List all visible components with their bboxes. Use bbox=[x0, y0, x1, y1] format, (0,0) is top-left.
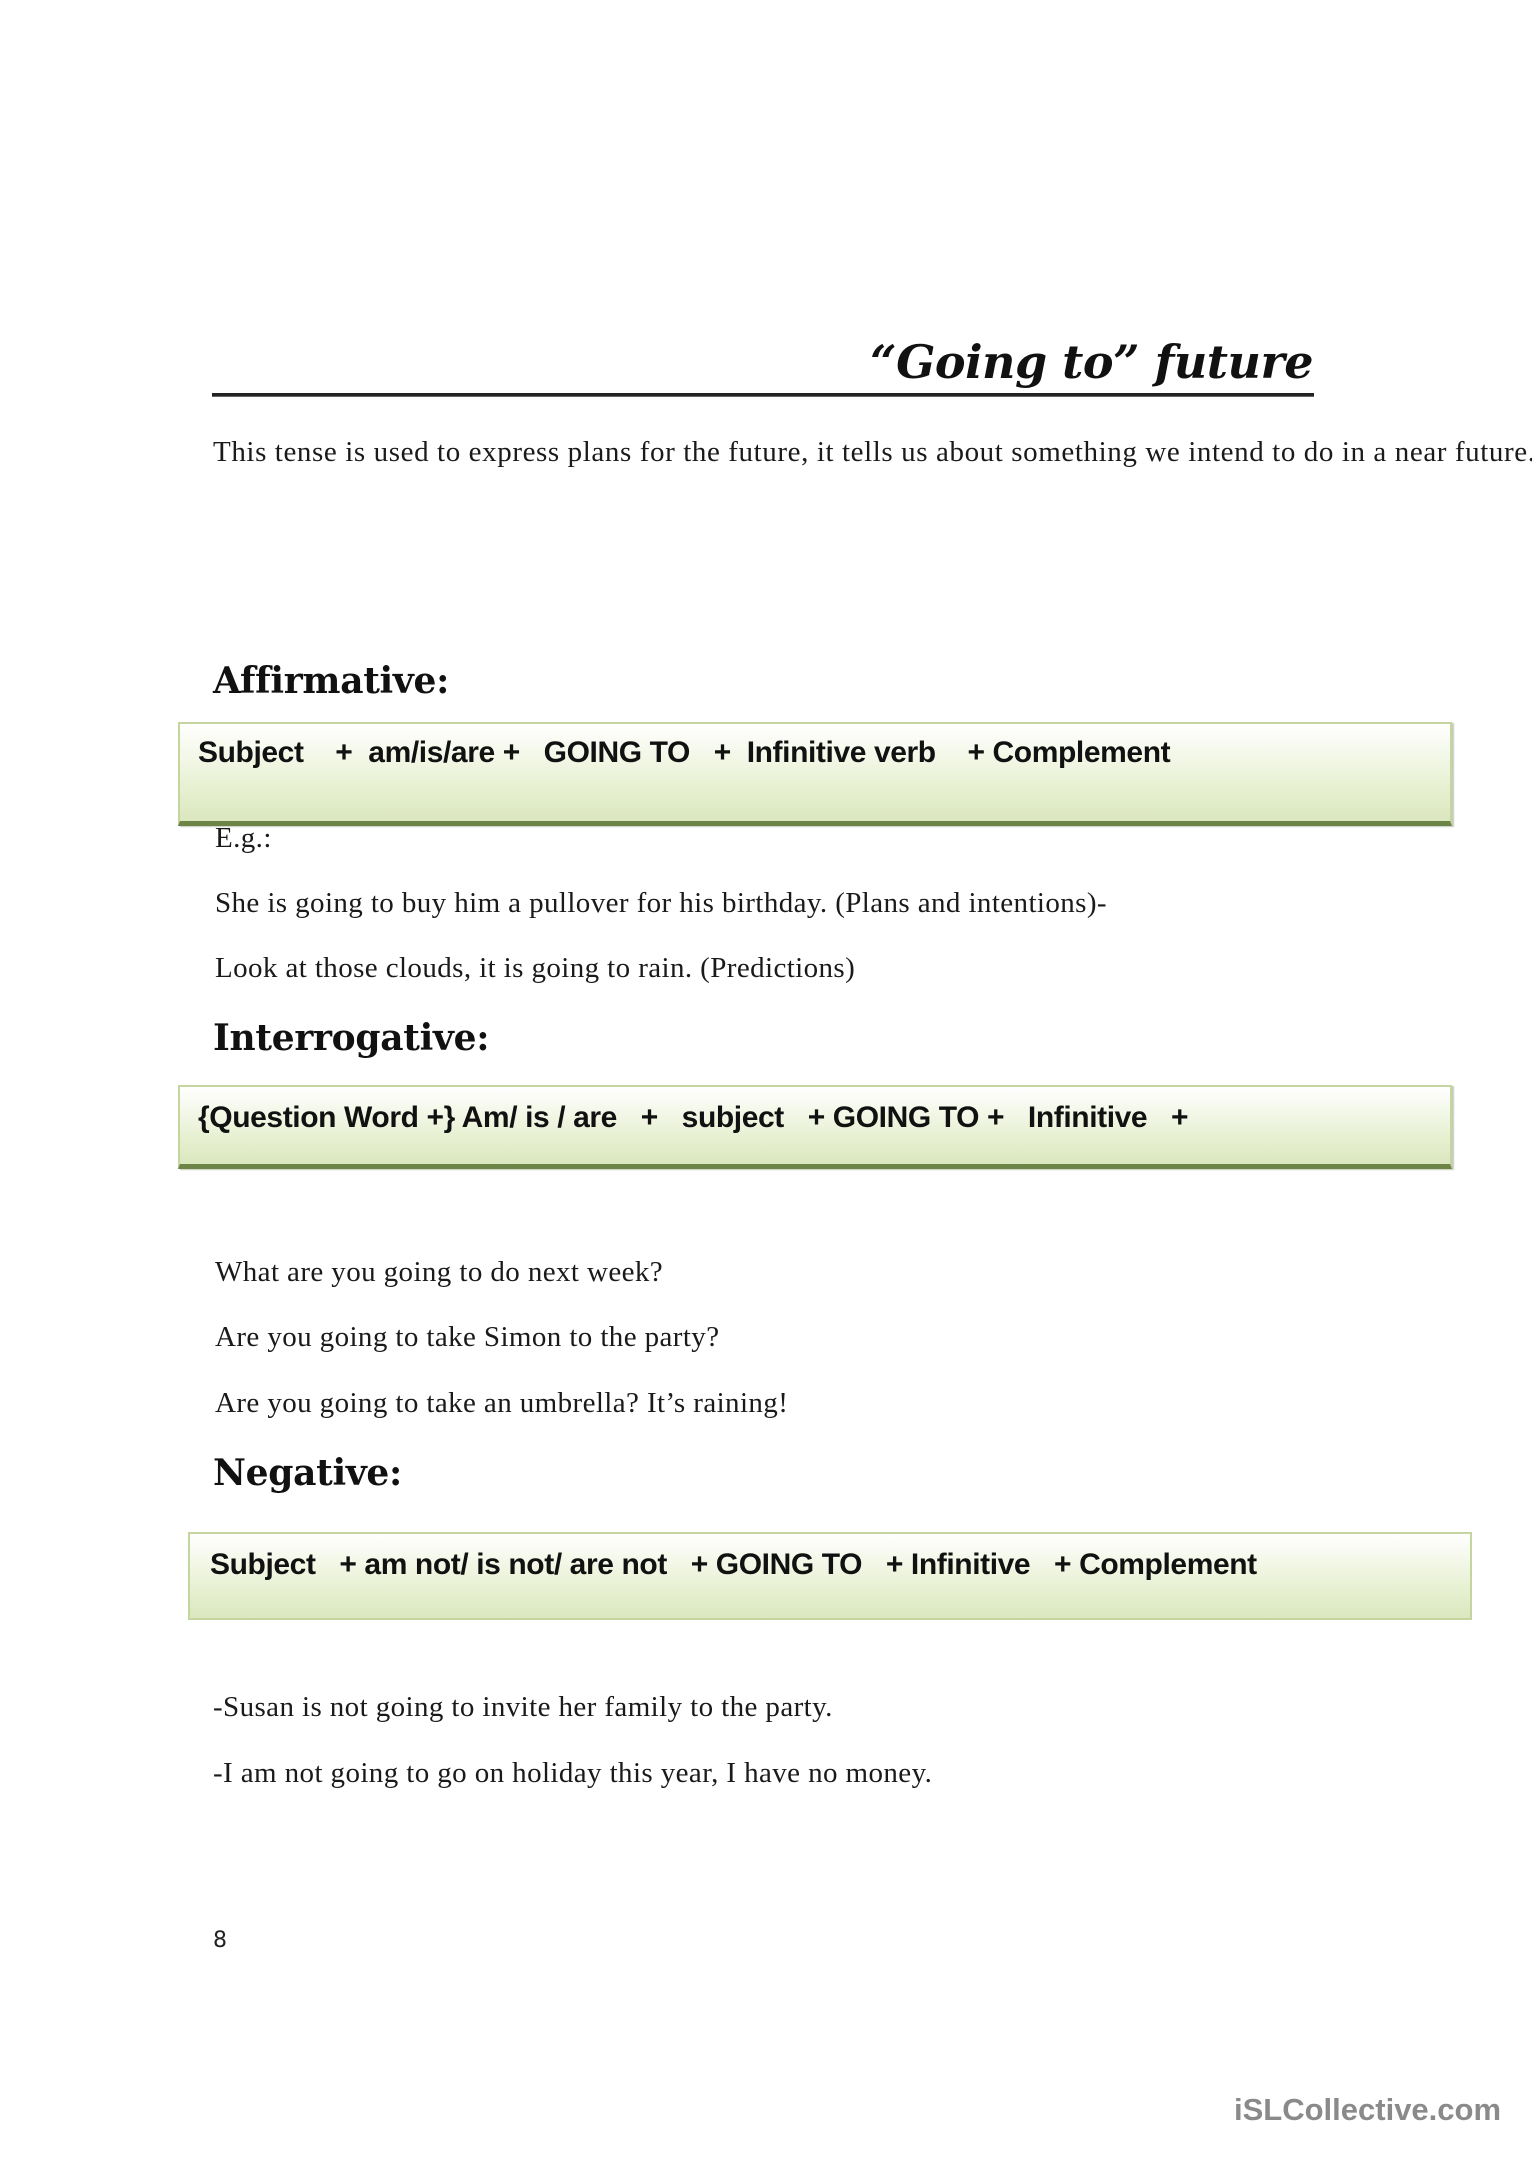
intro-paragraph: This tense is used to express plans for … bbox=[213, 432, 1532, 472]
interrogative-formula-box: {Question Word +} Am/ is / are + subject… bbox=[178, 1085, 1452, 1169]
example-sentence: What are you going to do next week? bbox=[215, 1256, 664, 1288]
eg-label: E.g.: bbox=[215, 822, 272, 854]
interrogative-formula: {Question Word +} Am/ is / are + subject… bbox=[198, 1101, 1189, 1134]
affirmative-heading: Affirmative: bbox=[213, 660, 450, 702]
example-sentence: -I am not going to go on holiday this ye… bbox=[213, 1757, 933, 1789]
example-sentence: Are you going to take Simon to the party… bbox=[215, 1321, 720, 1353]
example-sentence: Are you going to take an umbrella? It’s … bbox=[215, 1387, 789, 1419]
negative-heading: Negative: bbox=[213, 1452, 403, 1494]
watermark: iSLCollective.com bbox=[1234, 2092, 1502, 2127]
example-sentence: -Susan is not going to invite her family… bbox=[213, 1691, 833, 1723]
title-underline bbox=[212, 393, 1314, 397]
affirmative-formula-box: Subject + am/is/are + GOING TO + Infinit… bbox=[178, 722, 1452, 826]
interrogative-heading: Interrogative: bbox=[213, 1017, 490, 1059]
intro-text: This tense is used to express plans for … bbox=[213, 436, 1532, 468]
negative-formula-box: Subject + am not/ is not/ are not + GOIN… bbox=[188, 1532, 1472, 1620]
page-title: “Going to” future bbox=[870, 335, 1313, 389]
example-sentence: She is going to buy him a pullover for h… bbox=[215, 887, 1107, 919]
example-sentence: Look at those clouds, it is going to rai… bbox=[215, 952, 856, 984]
page-number: 8 bbox=[213, 1928, 227, 1953]
affirmative-formula: Subject + am/is/are + GOING TO + Infinit… bbox=[198, 736, 1171, 769]
negative-formula: Subject + am not/ is not/ are not + GOIN… bbox=[210, 1548, 1257, 1581]
